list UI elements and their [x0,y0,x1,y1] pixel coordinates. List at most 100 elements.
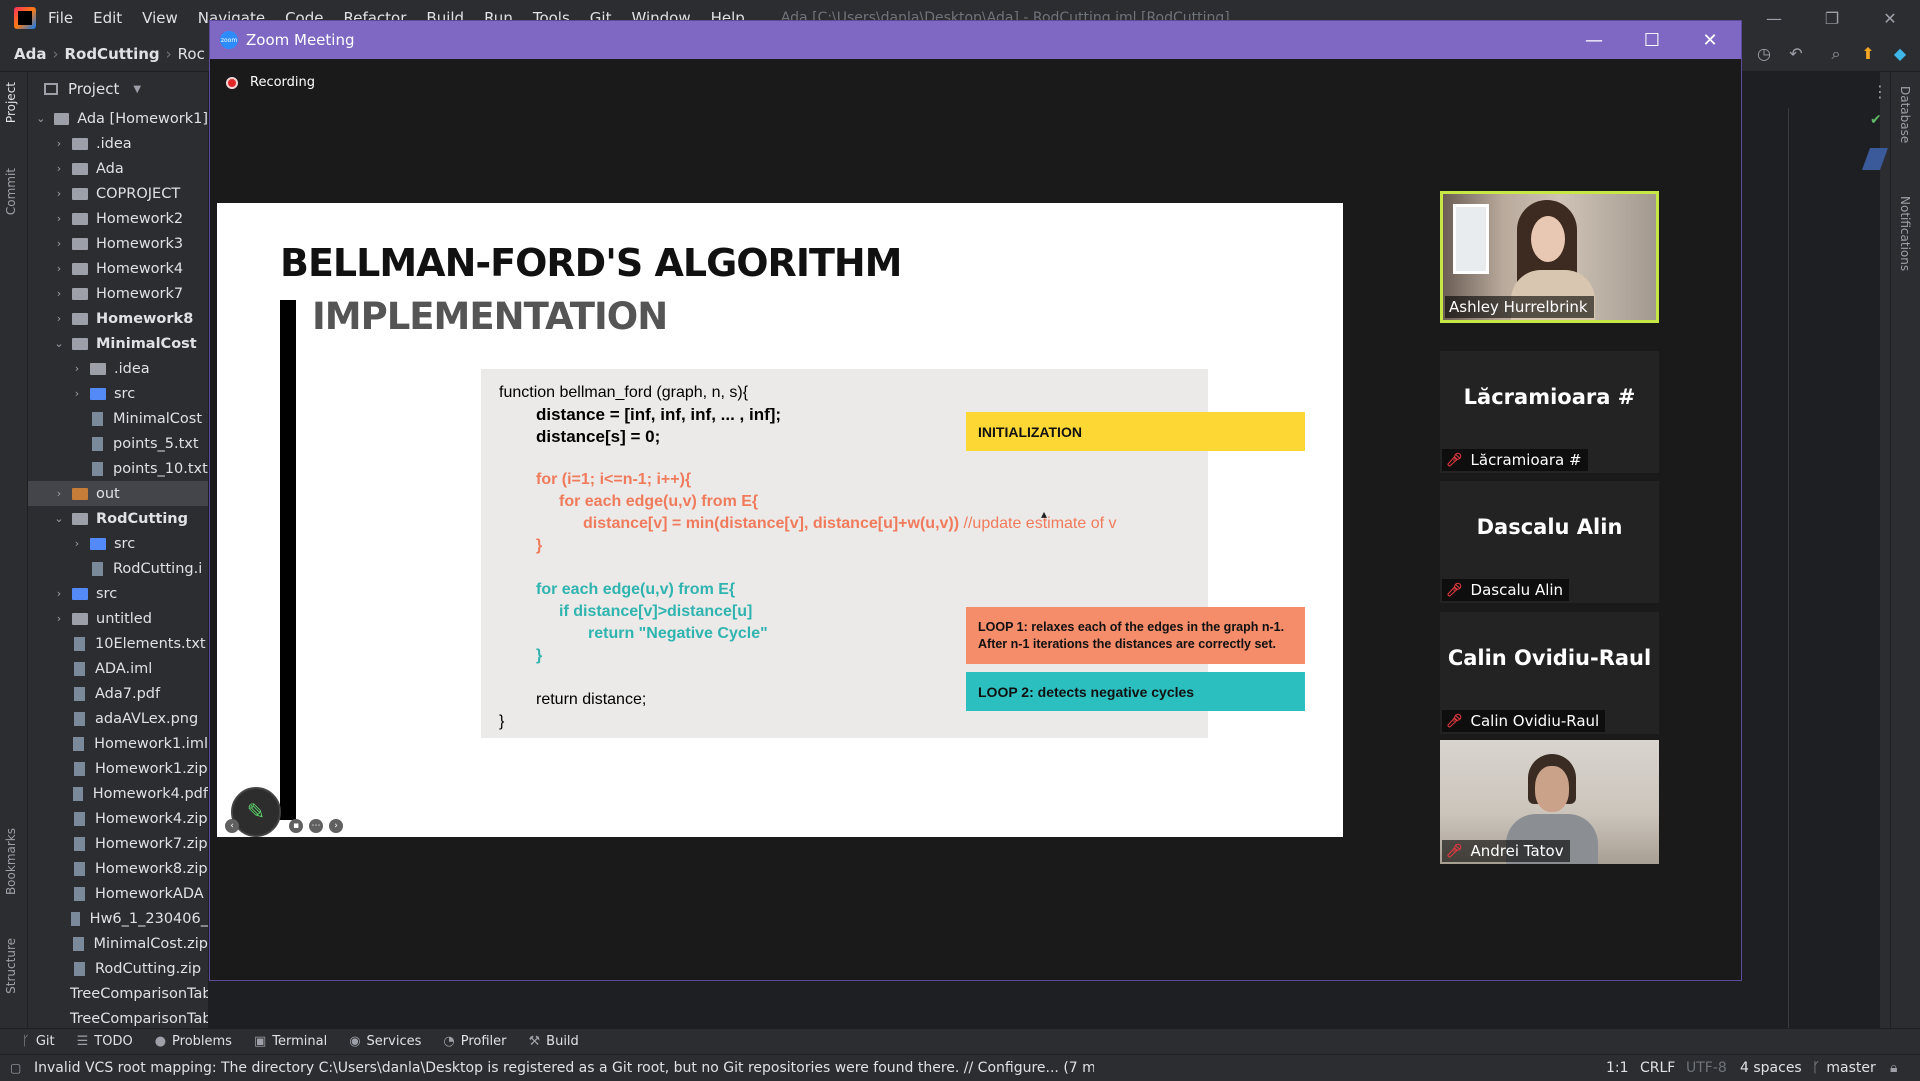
tree-item[interactable]: › Homework7 [28,281,208,306]
tree-item[interactable]: points_10.txt [28,456,208,481]
tree-item[interactable]: › Homework8 [28,306,208,331]
tab-project[interactable]: Project [4,82,18,123]
tree-item[interactable]: adaAVLex.png [28,706,208,731]
more-options-icon[interactable]: ⋮ [1872,82,1888,101]
ide-close-icon[interactable]: ✕ [1862,0,1918,36]
tree-item[interactable]: ⌄ RodCutting [28,506,208,531]
previous-slide-icon[interactable]: ‹ [225,819,239,833]
menu-file[interactable]: File [48,9,73,27]
tree-item[interactable]: › src [28,531,208,556]
ide-restore-icon[interactable]: ❐ [1804,0,1860,36]
tree-item[interactable]: 10Elements.txt [28,631,208,656]
status-indent[interactable]: 4 spaces [1740,1055,1802,1081]
chevron-right-icon[interactable]: › [70,362,84,375]
lock-icon[interactable]: 🔒︎ [1890,1055,1897,1081]
toolwindow-profiler[interactable]: ◔ Profiler [443,1034,506,1049]
participant-tile[interactable]: Ashley Hurrelbrink [1440,191,1659,323]
rollback-icon[interactable]: ↶ [1786,44,1806,64]
chevron-right-icon[interactable]: › [52,312,66,325]
tree-item[interactable]: ADA.iml [28,656,208,681]
toolwindow-services[interactable]: ◉ Services [349,1034,421,1049]
toolbox-icon[interactable]: ◆ [1890,44,1910,64]
toolwindow-todo[interactable]: ☰ TODO [77,1034,133,1049]
camera-icon[interactable]: ▪ [289,819,303,833]
search-icon[interactable]: ⌕ [1826,44,1846,64]
tree-item[interactable]: ⌄ Ada [Homework1] [28,106,208,131]
participant-tile[interactable]: Lăcramioara # 🎤︎ Lăcramioara # [1440,351,1659,473]
menu-edit[interactable]: Edit [93,9,122,27]
chevron-right-icon[interactable]: › [52,137,66,150]
tree-item[interactable]: RodCutting.i [28,556,208,581]
participant-tile[interactable]: Calin Ovidiu-Raul 🎤︎ Calin Ovidiu-Raul [1440,612,1659,734]
update-icon[interactable]: ⬆ [1858,44,1878,64]
recording-indicator[interactable]: Recording [226,75,315,90]
tree-item[interactable]: HomeworkADA [28,881,208,906]
next-slide-icon[interactable]: › [329,819,343,833]
tree-item[interactable]: › .idea [28,131,208,156]
chevron-right-icon[interactable]: › [52,487,66,500]
breadcrumb-file[interactable]: Roc [178,45,205,63]
toolwindow-problems[interactable]: ● Problems [155,1034,232,1049]
tree-item[interactable]: TreeComparisonTable10000.png [28,981,208,1006]
tree-item[interactable]: Homework7.zip [28,831,208,856]
zoom-maximize-icon[interactable]: ☐ [1623,21,1681,59]
status-square-icon[interactable]: ▢ [10,1061,21,1075]
breadcrumb-rodcutting[interactable]: RodCutting [64,45,159,63]
tree-item[interactable]: › Homework3 [28,231,208,256]
zoom-minimize-icon[interactable]: — [1565,21,1623,59]
tree-item[interactable]: › Ada [28,156,208,181]
status-encoding[interactable]: UTF-8 [1686,1055,1727,1081]
tab-bookmarks[interactable]: Bookmarks [4,828,18,895]
tree-item[interactable]: › Homework4 [28,256,208,281]
menu-view[interactable]: View [142,9,178,27]
tree-item[interactable]: Homework1.iml [28,731,208,756]
chevron-right-icon[interactable]: › [52,187,66,200]
tree-item[interactable]: › Homework2 [28,206,208,231]
tree-item[interactable]: points_5.txt [28,431,208,456]
toolwindow-terminal[interactable]: ▣ Terminal [254,1034,327,1049]
tree-item[interactable]: › COPROJECT [28,181,208,206]
intellij-logo-icon[interactable] [14,7,36,29]
participant-tile[interactable]: 🎤︎ Andrei Tatov [1440,740,1659,864]
tree-item[interactable]: MinimalCost.zip [28,931,208,956]
tab-database[interactable]: Database [1898,86,1912,143]
tree-item[interactable]: › src [28,581,208,606]
chevron-right-icon[interactable]: › [52,587,66,600]
chevron-right-icon[interactable]: › [52,162,66,175]
status-branch[interactable]: ᚴ master [1812,1055,1876,1081]
zoom-titlebar[interactable]: zoom Zoom Meeting — ☐ ✕ [210,21,1741,59]
tree-item[interactable]: Ada7.pdf [28,681,208,706]
chevron-down-icon[interactable]: ⌄ [34,112,48,125]
tree-item[interactable]: Homework4.pdf [28,781,208,806]
chevron-right-icon[interactable]: › [52,262,66,275]
chevron-right-icon[interactable]: › [52,237,66,250]
tree-item[interactable]: MinimalCost [28,406,208,431]
participant-tile[interactable]: Dascalu Alin 🎤︎ Dascalu Alin [1440,481,1659,603]
inspection-ok-icon[interactable]: ✔ [1870,112,1882,128]
tree-item[interactable]: › src [28,381,208,406]
more-icon[interactable]: ⋯ [309,819,323,833]
tree-item[interactable]: Homework1.zip [28,756,208,781]
toolwindow-git[interactable]: ᚴ Git [22,1034,55,1049]
chevron-down-icon[interactable]: ⌄ [52,512,66,525]
zoom-close-icon[interactable]: ✕ [1681,21,1739,59]
tree-item[interactable]: Hw6_1_230406_ [28,906,208,931]
tab-notifications[interactable]: Notifications [1898,196,1912,271]
tree-item[interactable]: RodCutting.zip [28,956,208,981]
tree-item[interactable]: › out [28,481,208,506]
status-message[interactable]: Invalid VCS root mapping: The directory … [34,1060,1094,1076]
toolwindow-build[interactable]: ⚒ Build [529,1034,579,1049]
tab-structure[interactable]: Structure [4,938,18,994]
chevron-right-icon[interactable]: › [70,537,84,550]
chevron-right-icon[interactable]: › [52,612,66,625]
status-line-separator[interactable]: CRLF [1640,1055,1675,1081]
tab-commit[interactable]: Commit [4,168,18,215]
project-panel-header[interactable]: Project ▼ [28,72,208,106]
chevron-down-icon[interactable]: ⌄ [52,337,66,350]
chevron-down-icon[interactable]: ▼ [133,84,141,95]
chevron-right-icon[interactable]: › [52,212,66,225]
status-caret-position[interactable]: 1:1 [1606,1055,1629,1081]
tree-item[interactable]: › .idea [28,356,208,381]
tree-item[interactable]: Homework4.zip [28,806,208,831]
chevron-right-icon[interactable]: › [70,387,84,400]
